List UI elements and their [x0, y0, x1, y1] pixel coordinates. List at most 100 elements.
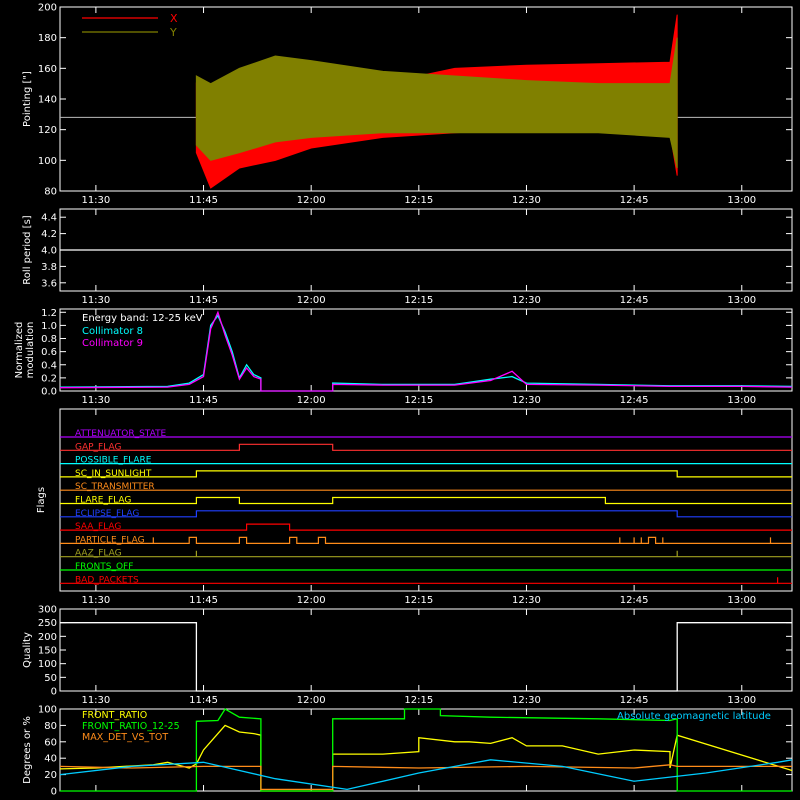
legend-label-y: Y — [169, 26, 177, 39]
ratio-legend-label: FRONT_RATIO — [82, 710, 147, 721]
x-tick-label: 12:45 — [620, 295, 649, 306]
x-tick-label: 12:15 — [404, 595, 433, 606]
y-tick-label: 40 — [44, 754, 57, 765]
quality-frame — [59, 608, 793, 692]
x-tick-label: 12:15 — [404, 695, 433, 706]
ratio-series — [59, 764, 792, 791]
modulation-annotation: Energy band: 12-25 keV — [82, 313, 203, 324]
x-tick-label: 11:45 — [189, 595, 218, 606]
x-tick-label: 13:00 — [727, 295, 756, 306]
ratio-series — [59, 759, 793, 791]
x-tick-label: 12:15 — [404, 195, 433, 206]
y-tick-label: 200 — [38, 632, 57, 643]
summary-plot-svg: 80100120140160180200Pointing ["]11:30 11:… — [14, 3, 793, 798]
y-tick-label: 1.0 — [41, 321, 57, 332]
x-tick-label: 12:30 — [512, 295, 541, 306]
modulation-series — [59, 314, 793, 392]
x-tick-label: 11:30 — [81, 695, 110, 706]
x-tick-label: 12:15 — [404, 295, 433, 306]
ratios-ylabel: Degrees or % — [22, 716, 33, 784]
y-tick-label: 50 — [44, 673, 57, 684]
quality-ylabel: Quality — [22, 632, 33, 668]
y-tick-label: 4.0 — [41, 246, 57, 257]
x-tick-label: 12:15 — [404, 395, 433, 406]
x-tick-label: 11:45 — [189, 695, 218, 706]
x-tick-label: 12:45 — [620, 395, 649, 406]
legend-label-x: X — [170, 12, 178, 25]
y-tick-label: 0.4 — [41, 360, 57, 371]
x-tick-label: 12:30 — [512, 395, 541, 406]
y-tick-label: 0 — [51, 687, 57, 698]
modulation-ylabel: modulation — [25, 322, 36, 379]
modulation-ylabel: Normalized — [14, 322, 25, 379]
x-tick-label: 13:00 — [727, 395, 756, 406]
observation-summary-plot: 80 100 120 140 160 180 200 Pointing ["] 11:30 11:… — [0, 0, 800, 800]
y-tick-label: 20 — [44, 770, 57, 781]
x-tick-label: 13:00 — [727, 195, 756, 206]
flag-trace — [60, 470, 792, 478]
y-tick-label: 100 — [38, 156, 57, 167]
ratio-series — [59, 724, 793, 792]
x-tick-label: 12:00 — [297, 395, 326, 406]
x-tick-label: 11:30 — [81, 295, 110, 306]
y-tick-label: 160 — [38, 64, 57, 75]
y-tick-label: 140 — [38, 95, 57, 106]
y-tick-label: 180 — [38, 33, 57, 44]
flags-frame — [59, 408, 793, 592]
y-tick-label: 0.0 — [41, 387, 57, 398]
y-tick-label: 100 — [38, 659, 57, 670]
x-tick-label: 11:45 — [189, 195, 218, 206]
y-tick-label: 0 — [51, 787, 57, 798]
y-tick-label: 0.2 — [41, 373, 57, 384]
y-tick-label: 0.6 — [41, 347, 57, 358]
modulation-series — [59, 310, 793, 392]
y-tick-label: 80 — [44, 187, 57, 198]
flag-trace — [60, 510, 792, 518]
y-tick-label: 3.8 — [41, 262, 57, 273]
y-tick-label: 1.2 — [41, 308, 57, 319]
quality-line — [60, 622, 792, 692]
modulation-legend-label: Collimator 9 — [82, 338, 143, 349]
x-tick-label: 12:00 — [297, 195, 326, 206]
geomagnetic-latitude-label: Absolute geomagnetic latitude — [617, 711, 771, 722]
x-tick-label: 11:30 — [81, 595, 110, 606]
x-tick-label: 12:00 — [297, 295, 326, 306]
x-tick-label: 11:30 — [81, 195, 110, 206]
x-tick-label: 11:45 — [189, 395, 218, 406]
ratio-legend-label: FRONT_RATIO_12-25 — [82, 721, 180, 732]
x-tick-label: 11:30 — [81, 395, 110, 406]
x-tick-label: 13:00 — [727, 695, 756, 706]
y-tick-label: 4.2 — [41, 229, 57, 240]
y-tick-label: 150 — [38, 646, 57, 657]
y-tick-label: 200 — [38, 3, 57, 14]
ratio-legend-label: MAX_DET_VS_TOT — [82, 732, 168, 743]
flag-trace — [60, 443, 792, 451]
y-tick-label: 4.4 — [41, 213, 57, 224]
x-tick-label: 13:00 — [727, 595, 756, 606]
x-tick-label: 12:00 — [297, 595, 326, 606]
pointing-ylabel: Pointing ["] — [22, 71, 33, 127]
x-tick-label: 12:30 — [512, 195, 541, 206]
y-tick-label: 3.6 — [41, 278, 57, 289]
y-tick-label: 300 — [38, 605, 57, 616]
flag-trace — [60, 523, 792, 531]
y-tick-label: 120 — [38, 125, 57, 136]
y-tick-label: 100 — [38, 705, 57, 716]
flag-trace — [60, 550, 792, 558]
flag-trace — [60, 496, 792, 505]
y-tick-label: 80 — [44, 721, 57, 732]
y-tick-label: 60 — [44, 737, 57, 748]
y-tick-label: 0.8 — [41, 334, 57, 345]
y-tick-label: 250 — [38, 618, 57, 629]
x-tick-label: 12:45 — [620, 195, 649, 206]
x-tick-label: 12:30 — [512, 595, 541, 606]
x-tick-label: 12:30 — [512, 695, 541, 706]
flag-trace — [60, 536, 792, 545]
x-tick-label: 12:00 — [297, 695, 326, 706]
x-tick-label: 12:45 — [620, 695, 649, 706]
x-tick-label: 12:45 — [620, 595, 649, 606]
roll-ylabel: Roll period [s] — [22, 215, 33, 284]
modulation-legend-label: Collimator 8 — [82, 326, 143, 337]
x-tick-label: 11:45 — [189, 295, 218, 306]
flag-trace — [60, 577, 792, 584]
